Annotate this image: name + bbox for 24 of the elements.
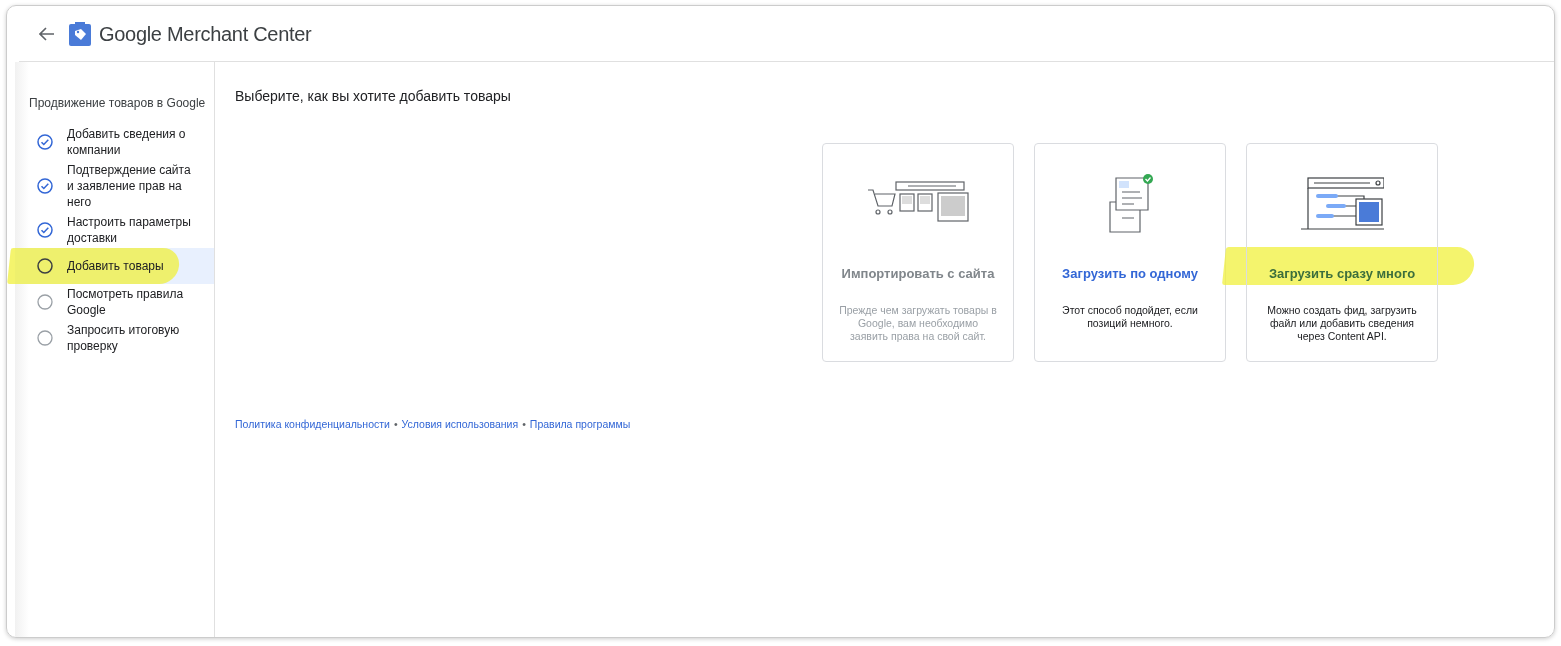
option-title: Загрузить по одному xyxy=(1062,265,1198,283)
option-title: Импортировать с сайта xyxy=(841,265,995,283)
footer-link[interactable]: Условия использования xyxy=(401,418,519,430)
footer-link[interactable]: Политика конфиденциальности xyxy=(235,418,390,430)
footer-link[interactable]: Правила программы xyxy=(529,418,631,430)
option-card[interactable]: Загрузить по одному Этот способ подойдет, если позиций немного. xyxy=(1034,143,1226,362)
option-description: Прежде чем загружать товары в Google, вам необходимо заявить права на свой сайт. xyxy=(838,303,998,343)
option-description: Этот способ подойдет, если позиций немного. xyxy=(1061,303,1199,330)
separator-dot: • xyxy=(393,418,398,430)
option-title: Загрузить сразу много xyxy=(1268,265,1416,283)
option-description: Можно создать фид, загрузить файл или добавить сведения через Content API. xyxy=(1266,303,1418,343)
sidebar-step[interactable]: Подтверждение сайта и заявление прав на него xyxy=(15,160,214,212)
separator-dot: • xyxy=(522,418,526,430)
app-title: Google Merchant Center xyxy=(99,21,312,47)
tag-logo-icon xyxy=(69,21,91,46)
sidebar-step[interactable]: Настроить параметры доставки xyxy=(15,212,214,248)
sidebar-step[interactable]: Добавить сведения о компании xyxy=(15,124,214,160)
sidebar-heading: Продвижение товаров в Google xyxy=(28,95,207,112)
feed-diagram-icon xyxy=(1300,177,1384,231)
sidebar-step[interactable]: Посмотреть правила Google xyxy=(15,284,214,320)
option-card[interactable]: Загрузить сразу много Можно создать фид, загрузить файл или добавить сведения через Content API. xyxy=(1246,143,1438,362)
sidebar-step[interactable]: Запросить итоговую проверку xyxy=(15,320,214,356)
page-title: Выберите, как вы хотите добавить товары xyxy=(235,87,512,106)
back-arrow-icon[interactable] xyxy=(39,26,55,41)
